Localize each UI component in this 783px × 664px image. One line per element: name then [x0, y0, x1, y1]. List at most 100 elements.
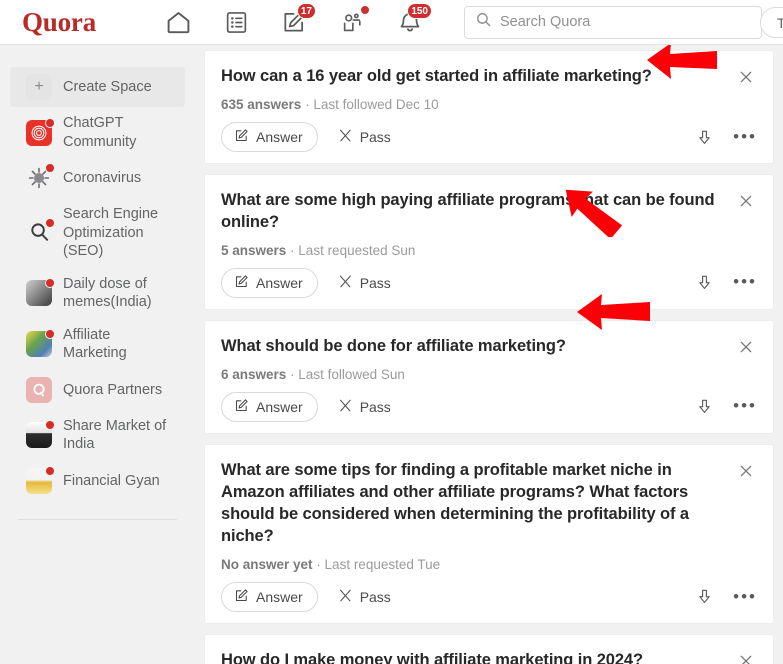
question-meta: 635 answers · Last followed Dec 10 — [221, 97, 757, 112]
question-feed: How can a 16 year old get started in aff… — [195, 45, 783, 664]
home-icon[interactable] — [162, 6, 194, 38]
more-options-icon[interactable]: ••• — [733, 397, 757, 414]
pass-cross-icon — [338, 588, 353, 606]
sidebar-item-label: Coronavirus — [63, 169, 142, 186]
pencil-icon — [234, 274, 249, 292]
sidebar-item-label: Share Market of India — [63, 417, 167, 453]
meta-separator: · — [286, 366, 299, 382]
more-options-icon[interactable]: ••• — [733, 587, 757, 604]
pass-button[interactable]: Pass — [328, 122, 401, 152]
question-title[interactable]: What should be done for affiliate market… — [221, 335, 566, 357]
meme-photo-icon — [26, 278, 55, 307]
search-bar[interactable] — [464, 5, 762, 39]
notification-dot — [45, 329, 55, 340]
sidebar-item-financial-gyan[interactable]: Financial Gyan — [10, 461, 185, 501]
sidebar-item-label: ChatGPT Community — [63, 115, 137, 150]
card-actions: Answer Pass ••• — [221, 267, 757, 298]
card-right-actions: ••• — [693, 126, 757, 148]
card-right-actions: ••• — [693, 586, 757, 608]
notification-dot — [45, 278, 55, 289]
pass-button[interactable]: Pass — [328, 582, 401, 612]
sidebar-item-coronavirus[interactable]: Coronavirus — [10, 158, 185, 198]
notification-dot — [45, 117, 55, 128]
answer-button-label: Answer — [256, 274, 303, 291]
header-nav-icons: 17 150 — [162, 3, 432, 38]
answer-pencil-icon[interactable]: 17 — [278, 3, 316, 38]
quora-q-icon — [26, 376, 52, 403]
answer-button-label: Answer — [256, 129, 303, 145]
search-input[interactable] — [500, 14, 751, 30]
marketing-photo-icon — [26, 329, 55, 358]
question-card: How do I make money with affiliate marke… — [204, 633, 774, 664]
card-header: How do I make money with affiliate marke… — [221, 649, 757, 664]
card-actions: Answer Pass ••• — [221, 391, 757, 422]
pass-button-label: Pass — [359, 274, 391, 291]
sidebar-item-daily-dose-of-memes[interactable]: Daily dose of memes(India) — [10, 268, 185, 319]
search-icon — [475, 11, 492, 33]
sidebar-item-quora-partners[interactable]: Quora Partners — [10, 370, 185, 410]
notification-dot — [45, 466, 55, 477]
try-quora-plus-button[interactable]: Tr — [760, 7, 783, 38]
question-card: What are some tips for finding a profita… — [204, 443, 774, 624]
answer-button[interactable]: Answer — [221, 391, 318, 422]
pass-button[interactable]: Pass — [328, 392, 401, 422]
pass-button[interactable]: Pass — [328, 268, 401, 298]
more-options-icon[interactable]: ••• — [733, 273, 757, 290]
pass-cross-icon — [338, 274, 353, 292]
virus-icon — [26, 163, 55, 192]
pass-button-label: Pass — [359, 129, 391, 145]
question-meta: 5 answers · Last requested Sun — [221, 243, 757, 258]
sidebar-item-label: Search Engine Optimization (SEO) — [63, 206, 159, 260]
answer-button[interactable]: Answer — [221, 122, 318, 152]
chatgpt-logo-icon — [26, 117, 55, 146]
answer-count: 6 answers — [221, 366, 287, 382]
magnifier-icon — [26, 217, 55, 246]
card-header: What are some tips for finding a profita… — [221, 459, 757, 548]
close-icon[interactable] — [735, 460, 757, 482]
close-icon[interactable] — [735, 190, 757, 212]
spaces-notification-dot — [360, 5, 370, 15]
answer-count: No answer yet — [221, 556, 313, 572]
notifications-bell-icon[interactable]: 150 — [394, 3, 432, 38]
question-title[interactable]: How can a 16 year old get started in aff… — [221, 65, 652, 87]
spaces-people-icon[interactable] — [336, 5, 370, 38]
close-icon[interactable] — [735, 650, 757, 664]
quora-logo[interactable]: Quora — [0, 8, 160, 36]
sidebar-item-create-space[interactable]: + Create Space — [10, 67, 185, 107]
card-header: What should be done for affiliate market… — [221, 335, 757, 358]
close-icon[interactable] — [735, 336, 757, 358]
left-sidebar: + Create Space ChatGPT Community Coronav… — [0, 45, 195, 664]
sidebar-item-label: Daily dose of memes(India) — [63, 275, 152, 311]
answer-button-label: Answer — [256, 398, 303, 415]
notification-dot — [45, 420, 55, 431]
sidebar-item-seo[interactable]: Search Engine Optimization (SEO) — [10, 198, 185, 268]
answer-button[interactable]: Answer — [221, 267, 318, 298]
question-card: What are some high paying affiliate prog… — [204, 174, 774, 310]
pass-cross-icon — [338, 398, 353, 416]
card-header: What are some high paying affiliate prog… — [221, 189, 757, 234]
pencil-icon — [234, 128, 249, 146]
close-icon[interactable] — [735, 66, 757, 88]
answer-count-badge: 17 — [296, 3, 316, 19]
question-title[interactable]: What are some tips for finding a profita… — [221, 459, 723, 548]
feed-list-icon[interactable] — [220, 6, 252, 38]
answer-count: 5 answers — [221, 242, 287, 258]
top-header: Quora 17 150 Search Quora T — [0, 0, 783, 45]
sidebar-item-chatgpt-community[interactable]: ChatGPT Community — [10, 107, 185, 158]
question-card: What should be done for affiliate market… — [204, 319, 774, 434]
sidebar-item-affiliate-marketing[interactable]: Affiliate Marketing — [10, 319, 185, 370]
sidebar-item-share-market-of-india[interactable]: Share Market of India — [10, 410, 185, 461]
activity-text: Last requested Sun — [298, 242, 416, 258]
question-meta: No answer yet · Last requested Tue — [221, 557, 757, 572]
downvote-arrow-icon[interactable] — [693, 396, 715, 418]
notification-dot — [45, 163, 55, 174]
downvote-arrow-icon[interactable] — [693, 272, 715, 294]
question-title[interactable]: How do I make money with affiliate marke… — [221, 649, 643, 664]
question-meta: 6 answers · Last followed Sun — [221, 367, 757, 382]
question-title[interactable]: What are some high paying affiliate prog… — [221, 189, 723, 234]
answer-button[interactable]: Answer — [221, 581, 318, 612]
downvote-arrow-icon[interactable] — [693, 126, 715, 148]
more-options-icon[interactable]: ••• — [733, 128, 757, 145]
meta-separator: · — [301, 97, 314, 112]
downvote-arrow-icon[interactable] — [693, 586, 715, 608]
